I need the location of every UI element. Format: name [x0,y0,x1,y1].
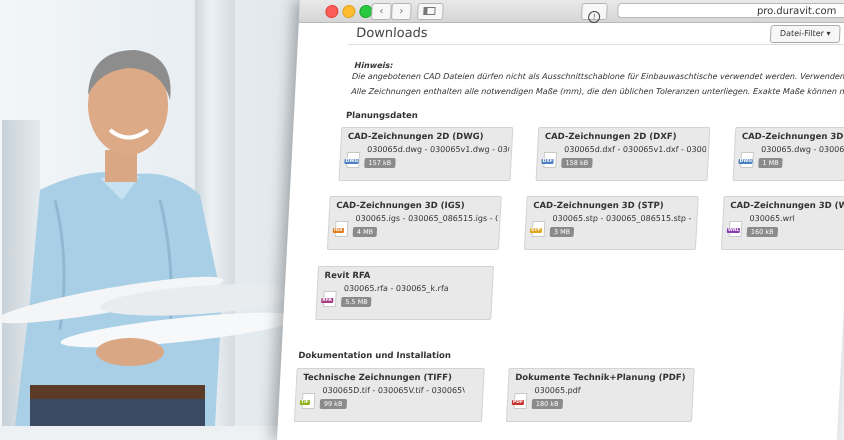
card-files: 030065D.tif - 030065V.tif - 030065V1.tif [322,386,465,395]
notice-title: Hinweis: [354,61,394,70]
download-card-revit-rfa[interactable]: Revit RFA RFA 030065.rfa - 030065_k.rfa … [315,266,495,320]
wrl-file-icon: WRL [726,221,743,237]
browser-titlebar: ‹ › ! pro.duravit.com [298,0,844,23]
card-files: 030065.stp - 030065_086515.stp - 030065 [552,214,694,223]
card-title: CAD-Zeichnungen 3D (STP) [532,201,664,211]
file-size-badge: 157 kB [364,158,396,168]
card-files: 030065.rfa - 030065_k.rfa [343,284,449,293]
download-card-dxf-2d[interactable]: CAD-Zeichnungen 2D (DXF) DXF 030065d.dxf… [535,127,711,181]
card-files: 030065.igs - 030065_086515.igs - 030065 [355,214,498,223]
browser-window: ‹ › ! pro.duravit.com Downloads Datei-Fi… [276,0,844,440]
card-files: 030065.dwg - 030065 [760,145,844,154]
download-card-igs-3d[interactable]: CAD-Zeichnungen 3D (IGS) IGS 030065.igs … [326,196,502,250]
card-title: CAD-Zeichnungen 3D (IGS) [335,201,465,211]
pdf-file-icon: PDF [511,393,528,409]
chevron-right-icon: › [399,6,404,17]
card-title: CAD-Zeichnungen 2D (DXF) [544,132,677,142]
card-files: 030065.wrl [749,214,795,223]
page-title: Downloads [355,26,429,41]
card-title: Technische Zeichnungen (TIFF) [302,373,453,383]
download-card-tiff[interactable]: Technische Zeichnungen (TIFF) TIF 030065… [293,368,485,422]
download-card-wrl-3d[interactable]: CAD-Zeichnungen 3D (W WRL 030065.wrl 160… [720,196,844,250]
igs-file-icon: IGS [332,221,349,237]
notice-text-2: Alle Zeichnungen enthalten alle notwendi… [350,87,844,96]
download-card-dwg-3d[interactable]: CAD-Zeichnungen 3D (DW DWG 030065.dwg - … [732,127,844,181]
card-files: 030065d.dxf - 030065v1.dxf - 030065 [563,145,707,154]
file-size-badge: 3 MB [549,227,575,237]
file-size-badge: 180 kB [531,399,563,409]
notice-text-1: Die angebotenen CAD Dateien dürfen nicht… [351,72,844,81]
tif-file-icon: TIF [299,393,316,409]
card-title: CAD-Zeichnungen 2D (DWG) [347,132,484,142]
download-card-dwg-2d[interactable]: CAD-Zeichnungen 2D (DWG) DWG 030065d.dwg… [338,127,514,181]
chevron-left-icon: ‹ [379,6,384,17]
section-title-planning: Planungsdaten [345,111,419,121]
card-title: Dokumente Technik+Planung (PDF) [514,373,686,383]
file-size-badge: 4 MB [352,227,378,237]
stp-file-icon: STP [529,221,546,237]
back-button[interactable]: ‹ [370,3,392,20]
forward-button[interactable]: › [390,3,412,20]
file-size-badge: 158 kB [561,158,593,168]
card-files: 030065d.dwg - 030065v1.dwg - 030065 [366,145,510,154]
file-size-badge: 160 kB [746,227,778,237]
minimize-window-button[interactable] [342,5,356,18]
file-size-badge: 5.5 MB [340,297,372,307]
download-card-pdf[interactable]: Dokumente Technik+Planung (PDF) PDF 0300… [505,368,695,422]
file-size-badge: 1 MB [758,158,784,168]
card-title: CAD-Zeichnungen 3D (DW [741,132,844,142]
file-size-badge: 99 kB [319,399,347,409]
shield-icon: ! [587,11,601,23]
download-card-stp-3d[interactable]: CAD-Zeichnungen 3D (STP) STP 030065.stp … [523,196,699,250]
sidebar-toggle-button[interactable] [416,3,444,20]
privacy-report-button[interactable]: ! [580,3,608,23]
section-title-documentation: Dokumentation und Installation [298,351,452,361]
card-title: Revit RFA [324,271,371,281]
rfa-file-icon: RFA [321,291,337,307]
address-bar[interactable]: pro.duravit.com [617,3,844,18]
close-window-button[interactable] [325,5,339,18]
card-title: CAD-Zeichnungen 3D (W [729,201,844,211]
header-divider [347,44,844,45]
dwg-file-icon: DWG [344,152,361,168]
dxf-file-icon: DXF [541,152,558,168]
file-filter-dropdown[interactable]: Datei-Filter ▾ [769,25,841,43]
card-files: 030065.pdf [534,386,581,395]
dwg-file-icon: DWG [738,152,755,168]
